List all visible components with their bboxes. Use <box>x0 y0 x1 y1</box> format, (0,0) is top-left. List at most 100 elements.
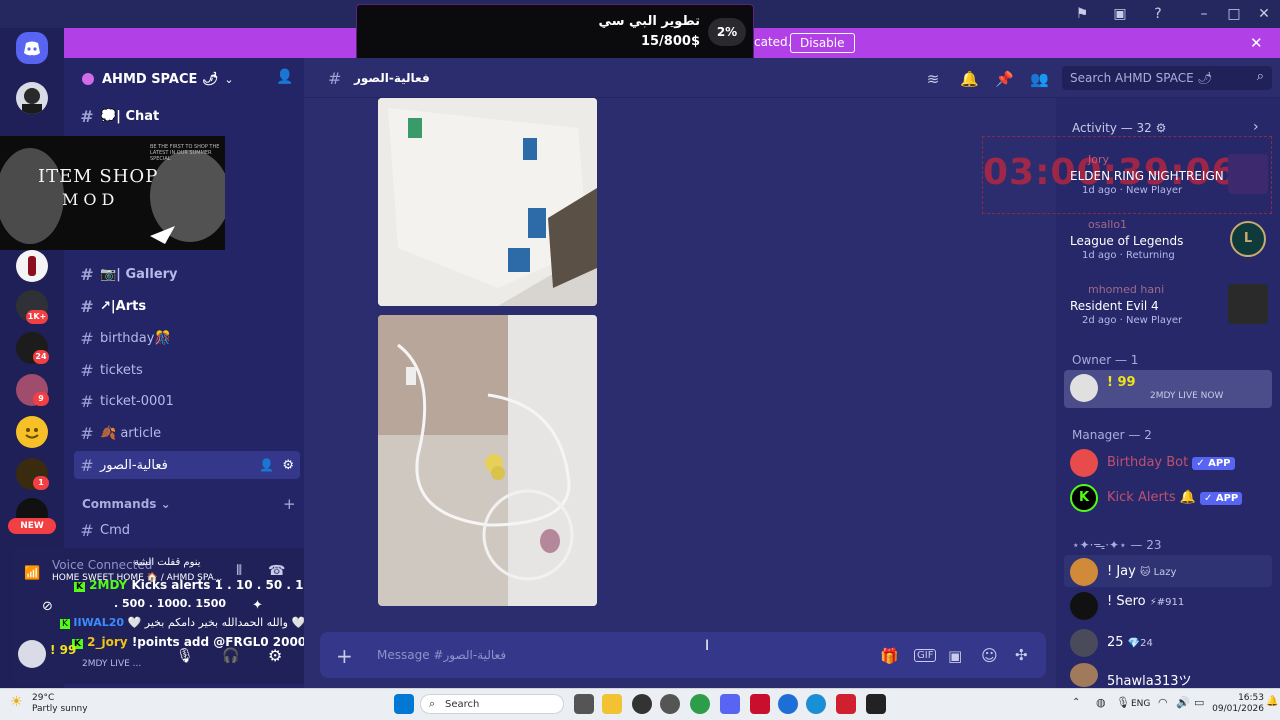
chevron-down-icon: ⌄ <box>160 497 171 511</box>
add-member-icon[interactable]: 👤 <box>276 69 293 85</box>
bell-icon[interactable]: 🔔 <box>960 70 979 88</box>
chevron-right-icon[interactable]: › <box>1253 119 1259 135</box>
channel-gallery[interactable]: # 📷| Gallery <box>74 260 296 288</box>
network-icon[interactable]: ◍ <box>1096 696 1106 709</box>
channel-photo-event[interactable]: # فعالية-الصور 👤 ⚙ <box>74 451 300 479</box>
maximize-icon[interactable]: □ <box>1226 6 1242 22</box>
apps-icon[interactable]: ✣ <box>1015 646 1028 664</box>
inbox-icon[interactable]: ⚑ <box>1074 6 1090 22</box>
attachment-image-boxes[interactable] <box>378 98 597 306</box>
camera-off-icon[interactable]: ⊘ <box>42 599 53 614</box>
disable-button[interactable]: Disable <box>790 33 855 53</box>
obs-icon[interactable] <box>632 694 652 714</box>
task-view-icon[interactable] <box>574 694 594 714</box>
channel-article[interactable]: # 🍂 article <box>74 419 296 447</box>
clock-time[interactable]: 16:53 <box>1224 693 1264 703</box>
server-icon-u[interactable] <box>16 250 48 282</box>
user-settings-icon[interactable]: ⚙ <box>268 646 282 665</box>
app-icon-ap[interactable] <box>836 694 856 714</box>
mic-tray-icon[interactable]: 🎙 <box>1116 696 1130 709</box>
channel-ticket-0001[interactable]: # ticket-0001 <box>74 387 296 415</box>
member-tag: 💎24 <box>1127 638 1153 649</box>
activity-tag: New Player <box>1126 185 1183 196</box>
notification-icon[interactable]: 🔔 <box>1266 696 1278 707</box>
gear-icon[interactable]: ⚙ <box>282 458 294 473</box>
activity-icon[interactable]: ✦ <box>252 598 263 613</box>
member-row[interactable]: Kick Alerts 🔔 ✓ APP <box>1107 490 1243 505</box>
pin-icon[interactable]: 📌 <box>995 70 1014 88</box>
tray-chevron-icon[interactable]: ⌃ <box>1072 697 1080 708</box>
taskbar-search[interactable]: ⌕ Search <box>420 694 564 714</box>
app-icon-red[interactable] <box>750 694 770 714</box>
invite-icon[interactable]: 👤 <box>259 458 274 472</box>
sticker-icon[interactable]: ▣ <box>948 647 962 665</box>
weather-icon[interactable]: ☀ <box>10 694 23 710</box>
channel-cmd[interactable]: # Cmd <box>74 516 296 544</box>
category-commands[interactable]: Commands ⌄ <box>82 497 171 511</box>
search-input[interactable]: Search AHMD SPACE 🌶 ⌕ <box>1062 66 1272 90</box>
channel-label: 📷| Gallery <box>100 266 178 282</box>
edge-icon[interactable] <box>778 694 798 714</box>
gift-icon[interactable]: 🎁 <box>880 647 899 665</box>
screen-icon[interactable]: ▣ <box>1112 6 1128 22</box>
app-icon-c[interactable] <box>806 694 826 714</box>
avatar[interactable] <box>18 640 46 668</box>
chat-user: IIWAL20 <box>73 616 125 629</box>
volume-icon[interactable]: 🔊 <box>1176 696 1190 709</box>
server-icon-7[interactable] <box>16 416 48 448</box>
user-panel-name: ! 99 <box>50 643 77 657</box>
chat-user: 2_jory <box>87 635 128 649</box>
chat-line-1: K 2MDY Kicks alerts 1 . 10 . 50 . 100 <box>74 578 320 592</box>
close-banner-icon[interactable]: ✕ <box>1250 34 1263 52</box>
emoji-icon[interactable]: ☺ <box>981 646 998 665</box>
activity-meta: 1d ago <box>1082 185 1117 196</box>
activity-card[interactable]: Jory ELDEN RING NIGHTREIGN 1d ago · New … <box>1064 150 1270 198</box>
avatar <box>1070 592 1098 620</box>
channel-birthday[interactable]: # birthday🎊 <box>74 324 296 352</box>
attachment-image-cable[interactable] <box>378 315 597 606</box>
close-window-icon[interactable]: ✕ <box>1256 6 1272 22</box>
hash-icon: # <box>328 69 342 88</box>
channel-tickets[interactable]: # tickets <box>74 356 296 384</box>
member-row[interactable]: ! Jay 🐱 Lazy <box>1107 564 1176 579</box>
battery-icon[interactable]: ▭ <box>1194 696 1204 709</box>
member-row[interactable]: Birthday Bot ✓ APP <box>1107 455 1235 470</box>
shop-line1: ITEM SHOP <box>38 166 159 187</box>
gif-icon[interactable]: GIF <box>914 649 937 662</box>
server-name-header[interactable]: AHMD SPACE 🌶 ⌄ <box>82 70 294 88</box>
mic-icon[interactable]: 🎙 <box>176 648 194 664</box>
help-icon[interactable]: ? <box>1150 6 1166 22</box>
file-explorer-icon[interactable] <box>602 694 622 714</box>
threads-icon[interactable]: ≋ <box>924 70 942 88</box>
noise-icon[interactable]: ⦀ <box>236 563 242 579</box>
epic-icon[interactable] <box>866 694 886 714</box>
add-channel-icon[interactable]: + <box>283 495 296 513</box>
goal-progress: 15/800$ <box>640 34 700 49</box>
wifi-icon[interactable]: ◠ <box>1158 696 1168 709</box>
disconnect-icon[interactable]: ☎ <box>268 563 285 579</box>
discord-taskbar-icon[interactable] <box>720 694 740 714</box>
minimize-icon[interactable]: – <box>1196 6 1212 22</box>
user-panel-status: 2MDY LIVE ... <box>82 659 142 669</box>
avatar <box>1070 374 1098 402</box>
language-indicator[interactable]: ENG <box>1131 699 1150 709</box>
activity-header[interactable]: Activity — 32 ⚙ <box>1072 121 1166 135</box>
item-shop-overlay: ITEM SHOP MOD BE THE FIRST TO SHOP THE L… <box>0 136 225 250</box>
server-icon-ahmd[interactable] <box>16 82 48 114</box>
channel-arts[interactable]: # ↗|Arts <box>74 292 296 320</box>
headset-icon[interactable]: 🎧 <box>222 648 239 664</box>
chrome-icon[interactable] <box>690 694 710 714</box>
settings-app-icon[interactable] <box>660 694 680 714</box>
activity-card[interactable]: mhomed hani Resident Evil 4 2d ago · New… <box>1064 280 1270 328</box>
clock-date[interactable]: 09/01/2026 <box>1212 704 1264 714</box>
member-row[interactable]: ! Sero ⚡#911 <box>1107 594 1184 609</box>
activity-card[interactable]: osallo1 League of Legends 1d ago · Retur… <box>1064 215 1270 263</box>
start-icon[interactable] <box>394 694 414 714</box>
channel-chat[interactable]: # 💭| Chat <box>74 102 296 130</box>
discord-home-icon[interactable] <box>16 32 48 64</box>
avatar <box>1070 558 1098 586</box>
member-row[interactable]: 25 💎24 <box>1107 635 1153 650</box>
add-attachment-icon[interactable]: + <box>336 644 353 668</box>
members-icon[interactable]: 👥 <box>1030 70 1049 88</box>
member-name[interactable]: 5hawla313ツ <box>1107 670 1192 689</box>
